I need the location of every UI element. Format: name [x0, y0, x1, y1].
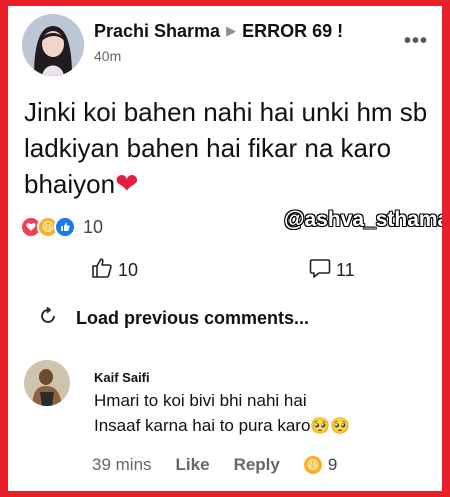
comment-actions: 39 mins Like Reply 😆 9 — [92, 455, 337, 475]
refresh-icon — [38, 306, 76, 331]
commenter-avatar[interactable] — [24, 360, 70, 406]
post-body: Jinki koi bahen nahi hai unki hm sb ladk… — [24, 97, 428, 199]
comment-line-2: Insaaf karna hai to pura karo🥺🥺 — [94, 413, 434, 439]
like-button[interactable]: 10 — [90, 256, 138, 285]
pleading-face-emoji: 🥺🥺 — [310, 418, 351, 435]
post-time[interactable]: 40m — [94, 48, 121, 64]
more-options-icon[interactable]: ••• — [404, 30, 428, 53]
haha-reaction-icon: 😆 — [303, 456, 322, 474]
post-card: Prachi Sharma ▶ ERROR 69 ! 40m ••• Jinki k… — [8, 6, 442, 491]
heart-emoji: ❤ — [115, 168, 139, 199]
comment-line-1: Hmari to koi bivi bhi nahi hai — [94, 391, 307, 410]
comment-reactions[interactable]: 😆 9 — [303, 455, 338, 475]
comment-time[interactable]: 39 mins — [92, 455, 152, 475]
author-name[interactable]: Prachi Sharma — [94, 21, 220, 41]
commenter-name[interactable]: Kaif Saifi — [94, 370, 150, 385]
reaction-summary[interactable]: 😆 10 — [20, 216, 103, 238]
load-previous-comments[interactable]: Load previous comments... — [38, 306, 309, 331]
author-avatar[interactable] — [22, 14, 84, 76]
comment-button[interactable]: 11 — [308, 256, 355, 285]
arrow-right-icon: ▶ — [226, 23, 237, 38]
like-reaction-icon — [54, 216, 76, 238]
comment-icon — [308, 256, 336, 285]
comment-reply-button[interactable]: Reply — [234, 455, 280, 475]
reaction-count: 10 — [83, 216, 104, 237]
post-header: Prachi Sharma ▶ ERROR 69 ! — [94, 21, 343, 42]
comment-count: 11 — [336, 260, 355, 280]
comment-like-button[interactable]: Like — [176, 455, 210, 475]
like-count: 10 — [118, 260, 139, 280]
watermark: @ashva_sthama — [284, 208, 442, 231]
thumbs-up-icon — [90, 256, 118, 285]
group-name[interactable]: ERROR 69 ! — [242, 21, 343, 41]
comment-reaction-count: 9 — [327, 455, 338, 474]
comment-line-2-text: Insaaf karna hai to pura karo — [94, 416, 311, 435]
comment-text: Hmari to koi bivi bhi nahi hai Insaaf ka… — [94, 388, 434, 439]
post-text: Jinki koi bahen nahi hai unki hm sb ladk… — [24, 94, 434, 202]
load-previous-label: Load previous comments... — [76, 308, 310, 328]
